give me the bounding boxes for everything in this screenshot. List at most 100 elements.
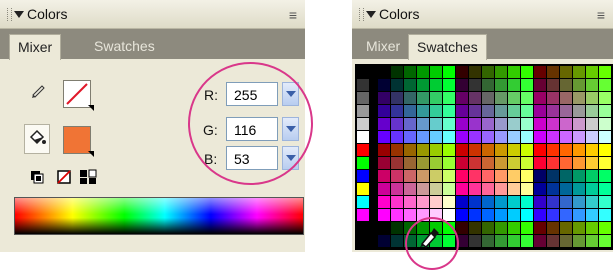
color-swatch[interactable] [547, 144, 559, 156]
color-swatch[interactable] [430, 144, 442, 156]
color-swatch[interactable] [534, 157, 546, 169]
color-swatch[interactable] [482, 144, 494, 156]
color-swatch[interactable] [378, 157, 390, 169]
color-swatch[interactable] [482, 183, 494, 195]
color-swatch[interactable] [573, 170, 585, 182]
color-swatch[interactable] [560, 118, 572, 130]
color-swatch[interactable] [404, 183, 416, 195]
color-swatch[interactable] [495, 183, 507, 195]
color-swatch[interactable] [573, 79, 585, 91]
color-swatch[interactable] [469, 235, 481, 247]
color-swatch[interactable] [456, 131, 468, 143]
color-swatch[interactable] [443, 131, 455, 143]
color-swatch[interactable] [599, 235, 611, 247]
color-swatch[interactable] [599, 66, 611, 78]
color-swatch[interactable] [573, 92, 585, 104]
color-swatch[interactable] [573, 118, 585, 130]
color-swatch[interactable] [573, 196, 585, 208]
color-swatch[interactable] [534, 118, 546, 130]
color-swatch[interactable] [404, 66, 416, 78]
color-swatch[interactable] [443, 183, 455, 195]
color-swatch[interactable] [404, 157, 416, 169]
color-swatch[interactable] [495, 196, 507, 208]
color-swatch[interactable] [534, 209, 546, 221]
color-swatch[interactable] [547, 209, 559, 221]
color-swatch[interactable] [586, 131, 598, 143]
color-swatch[interactable] [560, 196, 572, 208]
color-swatch[interactable] [599, 222, 611, 234]
color-swatch[interactable] [391, 183, 403, 195]
color-swatch[interactable] [357, 131, 369, 143]
color-swatch[interactable] [573, 66, 585, 78]
color-swatch[interactable] [534, 144, 546, 156]
color-swatch[interactable] [521, 105, 533, 117]
color-swatch[interactable] [357, 157, 369, 169]
color-swatch[interactable] [521, 222, 533, 234]
color-swatch[interactable] [443, 157, 455, 169]
color-swatch[interactable] [508, 66, 520, 78]
color-swatch[interactable] [495, 66, 507, 78]
color-swatch[interactable] [469, 209, 481, 221]
color-swatch[interactable] [573, 235, 585, 247]
color-swatch[interactable] [404, 131, 416, 143]
panel-menu-icon[interactable]: ≡ [289, 8, 297, 22]
color-swatch[interactable] [482, 105, 494, 117]
stroke-color-swatch[interactable] [63, 80, 94, 111]
color-swatch[interactable] [547, 118, 559, 130]
color-swatch[interactable] [586, 196, 598, 208]
color-swatch[interactable] [404, 209, 416, 221]
color-swatch[interactable] [599, 183, 611, 195]
color-swatch[interactable] [443, 144, 455, 156]
color-swatch[interactable] [417, 170, 429, 182]
color-swatch[interactable] [573, 183, 585, 195]
color-swatch[interactable] [456, 183, 468, 195]
color-swatch[interactable] [430, 157, 442, 169]
color-swatch[interactable] [560, 66, 572, 78]
color-swatch[interactable] [521, 209, 533, 221]
color-swatch[interactable] [417, 157, 429, 169]
color-swatch[interactable] [404, 196, 416, 208]
color-swatch[interactable] [586, 235, 598, 247]
color-swatch[interactable] [534, 222, 546, 234]
color-swatch[interactable] [586, 79, 598, 91]
color-swatch[interactable] [547, 157, 559, 169]
color-swatch[interactable] [547, 79, 559, 91]
color-swatch[interactable] [430, 79, 442, 91]
color-swatch[interactable] [534, 131, 546, 143]
panel-grip-icon[interactable] [359, 8, 364, 21]
collapse-triangle-icon[interactable] [14, 11, 24, 18]
tab-swatches[interactable]: Swatches [408, 34, 487, 60]
color-swatch[interactable] [357, 105, 369, 117]
color-swatch[interactable] [417, 66, 429, 78]
color-swatch[interactable] [443, 79, 455, 91]
color-swatch[interactable] [586, 144, 598, 156]
color-swatch[interactable] [560, 183, 572, 195]
color-swatch[interactable] [378, 131, 390, 143]
color-swatch[interactable] [430, 118, 442, 130]
color-swatch[interactable] [482, 196, 494, 208]
color-swatch[interactable] [456, 92, 468, 104]
color-swatch[interactable] [430, 105, 442, 117]
fill-color-swatch[interactable] [63, 126, 94, 157]
color-swatch[interactable] [560, 170, 572, 182]
color-swatch[interactable] [586, 222, 598, 234]
color-swatch[interactable] [495, 144, 507, 156]
color-swatch[interactable] [456, 105, 468, 117]
color-swatch[interactable] [495, 131, 507, 143]
color-swatch[interactable] [495, 222, 507, 234]
color-swatch[interactable] [534, 183, 546, 195]
color-swatch[interactable] [456, 157, 468, 169]
color-swatch[interactable] [482, 235, 494, 247]
color-swatch[interactable] [417, 105, 429, 117]
color-swatch[interactable] [508, 118, 520, 130]
color-swatch[interactable] [547, 105, 559, 117]
color-swatch[interactable] [417, 196, 429, 208]
color-swatch[interactable] [586, 170, 598, 182]
color-swatch[interactable] [586, 209, 598, 221]
color-swatch[interactable] [357, 209, 369, 221]
color-swatch[interactable] [430, 196, 442, 208]
color-swatch[interactable] [508, 222, 520, 234]
color-swatch[interactable] [378, 66, 390, 78]
color-swatch[interactable] [482, 131, 494, 143]
color-swatch[interactable] [391, 170, 403, 182]
